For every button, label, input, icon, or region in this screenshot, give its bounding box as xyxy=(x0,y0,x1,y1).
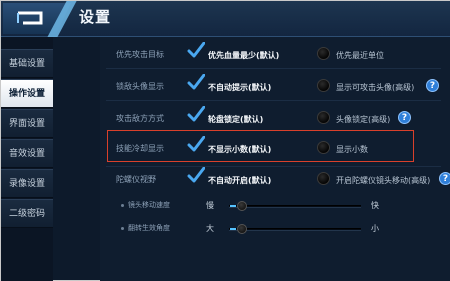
option-lowest-hp[interactable]: 优先血量最少(默认) xyxy=(208,50,279,61)
option-no-decimals[interactable]: 不显示小数(默认) xyxy=(208,144,271,155)
header-bar: 设置 xyxy=(1,1,450,37)
row-label-lock-avatar: 锁敌头像显示 xyxy=(116,82,164,91)
checkmark-icon[interactable] xyxy=(187,167,205,183)
row-label-gyroscope: 陀螺仪视野 xyxy=(116,175,156,184)
sidebar-item-interface[interactable]: 界面设置 xyxy=(1,109,53,138)
radio-nearest-unit[interactable] xyxy=(317,47,330,60)
option-no-auto-hint[interactable]: 不自动提示(默认) xyxy=(208,82,271,93)
option-gyro-camera[interactable]: 开启陀螺仪镜头移动(高级) xyxy=(336,175,430,186)
slider-track-camera-speed[interactable] xyxy=(229,205,361,208)
slider-label-flip-angle: 翻转生效角度 xyxy=(128,224,170,232)
sidebar-item-secondary-password[interactable]: 二级密码 xyxy=(1,199,53,228)
sidebar-item-basic[interactable]: 基础设置 xyxy=(1,49,53,78)
option-show-attackable-avatar[interactable]: 显示可攻击头像(高级) xyxy=(336,82,414,93)
help-icon[interactable]: ? xyxy=(426,79,439,92)
sidebar-item-controls[interactable]: 操作设置 xyxy=(1,79,53,108)
option-no-auto-enable[interactable]: 不自动开启(默认) xyxy=(208,175,271,186)
option-show-decimals[interactable]: 显示小数 xyxy=(336,144,368,155)
slider-min-label: 大 xyxy=(206,224,214,233)
sidebar: 基础设置 操作设置 界面设置 音效设置 录像设置 二级密码 xyxy=(1,37,53,281)
row-label-attack-mode: 攻击敌方方式 xyxy=(116,114,164,123)
checkmark-icon[interactable] xyxy=(187,42,205,58)
help-icon[interactable]: ? xyxy=(398,111,411,124)
slider-thumb-flip-angle[interactable] xyxy=(230,224,247,234)
page-title: 设置 xyxy=(79,8,112,26)
slider-track-flip-angle[interactable] xyxy=(229,228,361,231)
divider xyxy=(106,100,441,101)
divider xyxy=(106,166,441,167)
checkmark-icon[interactable] xyxy=(187,106,205,122)
radio-show-decimals[interactable] xyxy=(317,141,330,154)
option-wheel-lock[interactable]: 轮盘锁定(默认) xyxy=(208,114,263,125)
row-label-cooldown-display: 技能冷却显示 xyxy=(116,144,164,153)
radio-gyro-camera[interactable] xyxy=(317,172,330,185)
option-nearest-unit[interactable]: 优先最近单位 xyxy=(336,50,384,61)
slider-label-camera-speed: 镜头移动速度 xyxy=(128,201,170,209)
bullet-dot xyxy=(121,227,124,230)
back-arrow-icon xyxy=(17,11,43,25)
slider-max-label: 快 xyxy=(371,201,379,210)
slider-min-label: 慢 xyxy=(206,201,214,210)
slider-thumb-camera-speed[interactable] xyxy=(230,201,247,211)
sidebar-item-recording[interactable]: 录像设置 xyxy=(1,169,53,198)
checkmark-icon[interactable] xyxy=(187,74,205,90)
help-icon[interactable]: ? xyxy=(439,172,450,185)
bullet-dot xyxy=(121,204,124,207)
sidebar-item-sound[interactable]: 音效设置 xyxy=(1,139,53,168)
settings-window: 设置 基础设置 操作设置 界面设置 音效设置 录像设置 二级密码 优先攻击目标 … xyxy=(0,0,450,281)
radio-show-attackable-avatar[interactable] xyxy=(317,79,330,92)
option-avatar-lock[interactable]: 头像锁定(高级) xyxy=(336,114,390,125)
divider xyxy=(106,68,441,69)
checkmark-icon[interactable] xyxy=(187,136,205,152)
radio-avatar-lock[interactable] xyxy=(317,111,330,124)
row-label-attack-target: 优先攻击目标 xyxy=(116,50,164,59)
slider-max-label: 小 xyxy=(371,224,379,233)
